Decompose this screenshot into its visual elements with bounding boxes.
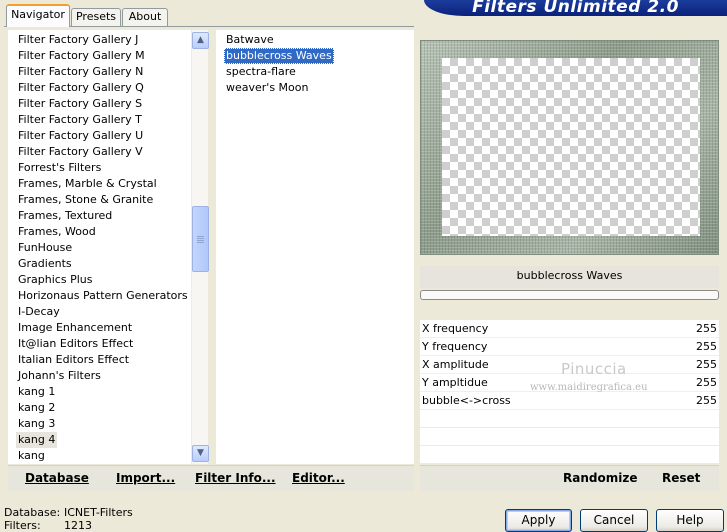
parameter-value: 255 — [696, 340, 717, 353]
scroll-down-button[interactable]: ▼ — [192, 445, 209, 462]
preview-filter-name: bubblecross Waves — [420, 266, 719, 288]
category-item[interactable]: Filter Factory Gallery T — [16, 112, 144, 128]
watermark-name: Pinuccia — [561, 360, 627, 378]
database-button[interactable]: Database — [25, 471, 89, 485]
category-item[interactable]: kang 4 — [16, 432, 58, 448]
empty-parameter-row — [420, 428, 719, 446]
category-scrollbar[interactable]: ▲ ▼ — [191, 30, 209, 464]
reset-button[interactable]: Reset — [662, 471, 700, 485]
category-item[interactable]: Frames, Marble & Crystal — [16, 176, 159, 192]
category-item[interactable]: kang 2 — [16, 400, 57, 416]
category-item[interactable]: Horizonaus Pattern Generators — [16, 288, 190, 304]
category-item[interactable]: Johann's Filters — [16, 368, 103, 384]
help-button[interactable]: Help — [656, 509, 724, 532]
category-item[interactable]: Filter Factory Gallery V — [16, 144, 145, 160]
category-item[interactable]: Filter Factory Gallery U — [16, 128, 145, 144]
parameter-label: X frequency — [422, 322, 489, 335]
tab-navigator[interactable]: Navigator — [6, 4, 70, 27]
category-item[interactable]: kang — [16, 448, 47, 464]
parameter-label: Y frequency — [422, 340, 488, 353]
app-banner-title: Filters Unlimited 2.0 — [424, 0, 727, 16]
filter-item[interactable]: Batwave — [224, 32, 276, 48]
parameter-label: X amplitude — [422, 358, 489, 371]
category-item[interactable]: Filter Factory Gallery N — [16, 64, 145, 80]
filter-list[interactable]: Batwave bubblecross Waves spectra-flare wea… — [216, 30, 414, 464]
grip-icon — [197, 236, 204, 243]
status-filters-value: 1213 — [64, 519, 92, 532]
filter-item[interactable]: weaver's Moon — [224, 80, 310, 96]
editor-button[interactable]: Editor... — [292, 471, 345, 485]
status-database-label: Database: — [4, 506, 61, 519]
category-item[interactable]: Filter Factory Gallery Q — [16, 80, 146, 96]
category-item[interactable]: Frames, Stone & Granite — [16, 192, 155, 208]
status-database-value: ICNET-Filters — [64, 506, 133, 519]
filter-preview — [420, 40, 719, 255]
parameter-label: Y ampltidue — [422, 376, 488, 389]
category-item[interactable]: Gradients — [16, 256, 74, 272]
parameter-row[interactable]: bubble<->cross 255 — [420, 392, 719, 410]
category-item[interactable]: Filter Factory Gallery S — [16, 96, 144, 112]
category-item[interactable]: I-Decay — [16, 304, 62, 320]
category-item[interactable]: Italian Editors Effect — [16, 352, 131, 368]
parameter-row[interactable]: X frequency 255 — [420, 320, 719, 338]
watermark-site: www.maidiregrafica.eu — [530, 382, 648, 393]
right-button-bar: Randomize Reset — [420, 465, 719, 491]
category-item[interactable]: Filter Factory Gallery M — [16, 48, 147, 64]
parameter-value: 255 — [696, 322, 717, 335]
tab-presets[interactable]: Presets — [71, 8, 121, 26]
parameter-row[interactable]: Y frequency 255 — [420, 338, 719, 356]
cancel-button[interactable]: Cancel — [580, 509, 648, 532]
filter-info-button[interactable]: Filter Info... — [195, 471, 276, 485]
status-filters-label: Filters: — [4, 519, 41, 532]
chevron-up-icon: ▲ — [197, 35, 204, 45]
import-button[interactable]: Import... — [116, 471, 175, 485]
parameter-value: 255 — [696, 394, 717, 407]
filter-item[interactable]: bubblecross Waves — [224, 48, 334, 64]
category-item[interactable]: It@lian Editors Effect — [16, 336, 135, 352]
category-item[interactable]: Filter Factory Gallery J — [16, 32, 140, 48]
category-item[interactable]: kang 3 — [16, 416, 57, 432]
category-item[interactable]: Frames, Wood — [16, 224, 98, 240]
filter-item[interactable]: spectra-flare — [224, 64, 298, 80]
category-item[interactable]: Graphics Plus — [16, 272, 94, 288]
parameter-value: 255 — [696, 376, 717, 389]
scroll-up-button[interactable]: ▲ — [192, 32, 209, 49]
category-item[interactable]: Forrest's Filters — [16, 160, 103, 176]
randomize-button[interactable]: Randomize — [563, 471, 637, 485]
category-item[interactable]: kang 1 — [16, 384, 57, 400]
tab-about[interactable]: About — [122, 8, 168, 26]
category-item[interactable]: Frames, Textured — [16, 208, 114, 224]
parameter-value: 255 — [696, 358, 717, 371]
scroll-thumb[interactable] — [192, 206, 209, 272]
parameter-label: bubble<->cross — [422, 394, 511, 407]
progress-bar — [420, 290, 719, 300]
apply-button[interactable]: Apply — [505, 509, 572, 532]
empty-parameter-row — [420, 446, 719, 464]
category-item[interactable]: FunHouse — [16, 240, 74, 256]
category-list[interactable]: Filter Factory Gallery J Filter Factory G… — [8, 30, 191, 464]
chevron-down-icon: ▼ — [197, 448, 204, 458]
left-button-bar: Database Import... Filter Info... Editor… — [8, 465, 414, 491]
empty-parameter-row — [420, 410, 719, 428]
transparent-checkerboard — [442, 58, 700, 236]
category-item[interactable]: Image Enhancement — [16, 320, 134, 336]
